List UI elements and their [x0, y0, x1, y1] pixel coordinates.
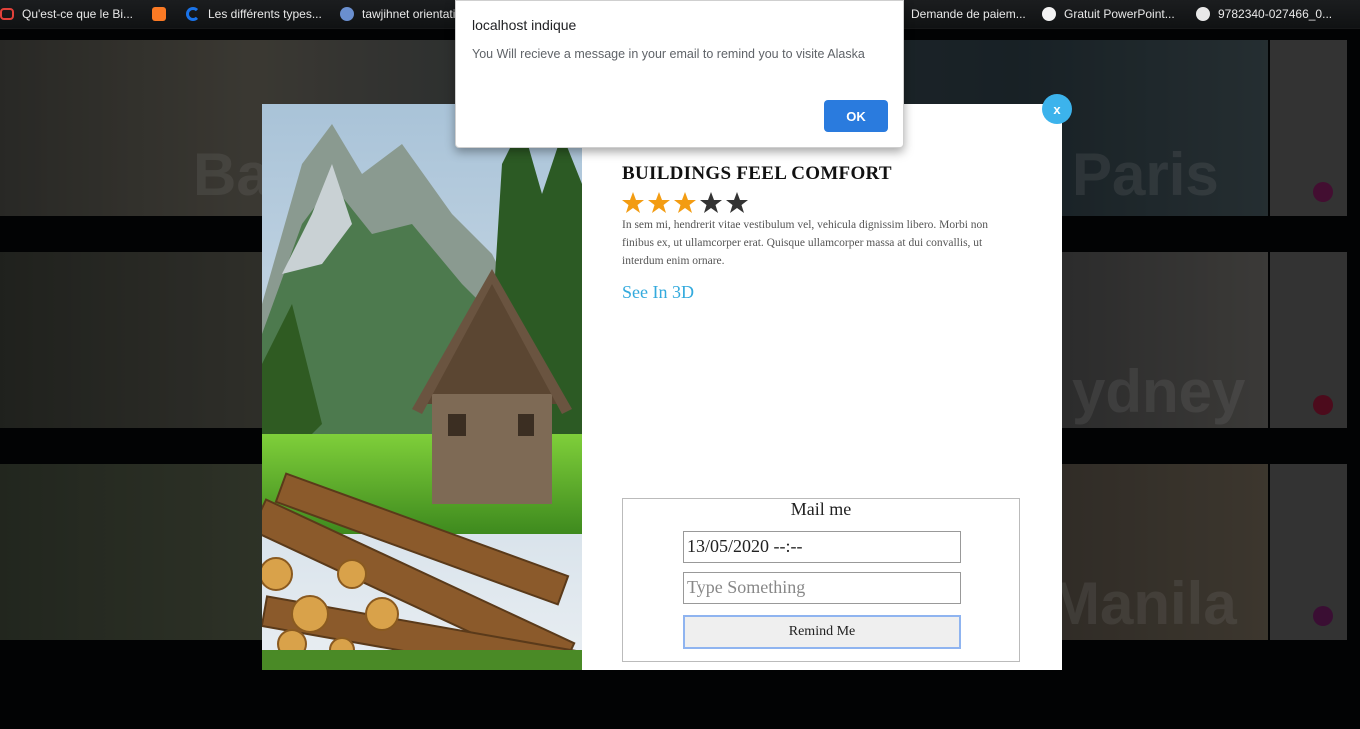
modal-description: In sem mi, hendrerit vitae vestibulum ve… — [622, 219, 989, 267]
bookmark-label: Qu'est-ce que le Bi... — [22, 7, 134, 21]
bookmark-item[interactable]: Demande de paiem... — [889, 0, 1026, 28]
smiley-icon — [1042, 7, 1056, 21]
bookmark-item[interactable] — [152, 0, 174, 28]
bookmark-label: Les différents types... — [208, 7, 322, 21]
bookmark-item[interactable]: Qu'est-ce que le Bi... — [0, 0, 133, 28]
bookmark-item[interactable]: tawjihnet orientati — [340, 0, 455, 28]
xampp-icon — [152, 7, 166, 21]
cabin-landscape-image — [262, 104, 582, 670]
mail-me-form: Mail me 13/05/2020 --:-- Type Something … — [622, 498, 1020, 662]
globe-swirl-icon — [340, 7, 354, 21]
star-filled-icon — [674, 192, 696, 213]
globe-icon — [1196, 7, 1210, 21]
star-empty-icon — [700, 192, 722, 213]
see-in-3d-link[interactable]: See In 3D — [622, 282, 694, 303]
bookmark-label: tawjihnet orientati — [362, 7, 456, 21]
modal-title: BUILDINGS FEEL COMFORT — [622, 163, 892, 184]
bookmark-item[interactable]: Les différents types... — [186, 0, 322, 28]
loading-circle-icon — [186, 7, 200, 21]
destination-modal: BUILDINGS FEEL COMFORT In sem mi, hendre… — [262, 104, 1062, 670]
mail-form-title: Mail me — [790, 499, 852, 519]
bookmark-label: Demande de paiem... — [911, 7, 1026, 21]
bookmark-red-icon — [0, 8, 14, 20]
datetime-input[interactable]: 13/05/2020 --:-- — [683, 531, 961, 563]
star-empty-icon — [726, 192, 748, 213]
message-input[interactable]: Type Something — [683, 572, 961, 604]
alert-dialog: localhost indique You Will recieve a mes… — [455, 0, 904, 148]
alert-title: localhost indique — [472, 17, 577, 33]
bookmark-item[interactable]: Gratuit PowerPoint... — [1042, 0, 1175, 28]
remind-me-button[interactable]: Remind Me — [683, 615, 961, 649]
star-rating — [621, 191, 749, 215]
modal-close-button[interactable]: x — [1042, 94, 1072, 124]
bookmark-label: 9782340-027466_0... — [1218, 7, 1333, 21]
star-filled-icon — [622, 192, 644, 213]
star-filled-icon — [648, 192, 670, 213]
bookmark-label: Gratuit PowerPoint... — [1064, 7, 1175, 21]
alert-message: You Will recieve a message in your email… — [472, 47, 865, 61]
bookmark-item[interactable]: 9782340-027466_0... — [1196, 0, 1332, 28]
alert-ok-button[interactable]: OK — [824, 100, 888, 132]
cabin-photo — [262, 104, 582, 670]
